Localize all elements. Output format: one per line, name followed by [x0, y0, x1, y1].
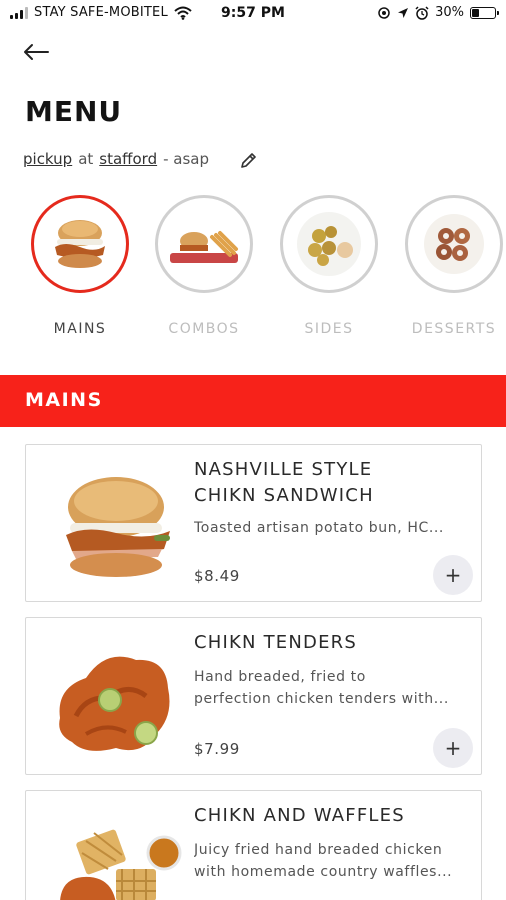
status-bar: STAY SAFE-MOBITEL 9:57 PM 30%: [0, 0, 506, 28]
page-title: MENU: [25, 95, 123, 128]
item-name: NASHVILLE STYLE CHIKN SANDWICH: [194, 457, 464, 509]
orientation-lock-icon: [378, 6, 390, 19]
status-right: 30%: [377, 5, 499, 20]
add-item-button[interactable]: +: [433, 555, 473, 595]
order-timing-text: - asap: [163, 150, 210, 168]
category-combos[interactable]: COMBOS: [152, 195, 256, 337]
tenders-image: [59, 656, 170, 751]
arrow-left-icon: [24, 44, 49, 60]
category-selector: MAINS COMBOS SIDES DESSERTS: [0, 195, 506, 355]
order-details: pickup at stafford - asap: [23, 150, 209, 168]
battery-fill: [472, 8, 479, 17]
item-name-line: CHIKN SANDWICH: [194, 485, 374, 506]
battery-percent: 30%: [435, 5, 464, 20]
side-dish-icon: [297, 212, 361, 276]
burger-icon: [55, 220, 105, 268]
category-label: MAINS: [53, 321, 107, 337]
item-name: CHIKN AND WAFFLES: [194, 805, 405, 826]
menu-item-card[interactable]: CHIKN AND WAFFLES Juicy fried hand bread…: [25, 790, 482, 900]
item-name: CHIKN TENDERS: [194, 632, 358, 653]
category-image: [405, 195, 503, 293]
order-at-text: at: [78, 150, 94, 168]
dessert-icon: [424, 214, 484, 274]
item-description-line: Juicy fried hand breaded chicken: [194, 842, 443, 858]
category-label: COMBOS: [168, 321, 240, 337]
order-mode-link[interactable]: pickup: [23, 150, 72, 168]
item-description-line: perfection chicken tenders with...: [194, 691, 449, 707]
combo-meal-icon: [170, 231, 238, 263]
location-arrow-icon: [398, 7, 409, 18]
chicken-waffles-image: [60, 829, 182, 900]
category-image: [31, 195, 129, 293]
item-description-line: with homemade country waffles...: [194, 864, 453, 880]
category-desserts[interactable]: DESSERTS: [402, 195, 506, 337]
category-label: SIDES: [304, 321, 354, 337]
item-price: $8.49: [194, 567, 240, 585]
item-description: Toasted artisan potato bun, HC...: [194, 520, 444, 536]
pencil-icon: [241, 153, 256, 168]
section-title: MAINS: [25, 389, 103, 411]
item-description: Hand breaded, fried to perfection chicke…: [194, 666, 476, 710]
item-name-line: NASHVILLE STYLE: [194, 459, 373, 480]
item-description: Juicy fried hand breaded chicken with ho…: [194, 839, 476, 883]
alarm-icon: [415, 5, 429, 20]
battery-icon: [470, 6, 499, 19]
section-header: MAINS: [0, 375, 506, 427]
category-image: [155, 195, 253, 293]
category-label: DESSERTS: [411, 321, 497, 337]
edit-order-button[interactable]: [239, 150, 259, 170]
item-description-line: Hand breaded, fried to: [194, 669, 366, 685]
menu-item-card[interactable]: CHIKN TENDERS Hand breaded, fried to per…: [25, 617, 482, 775]
menu-item-card[interactable]: NASHVILLE STYLE CHIKN SANDWICH Toasted a…: [25, 444, 482, 602]
add-item-button[interactable]: +: [433, 728, 473, 768]
category-image: [280, 195, 378, 293]
sandwich-image: [66, 477, 170, 577]
order-location-link[interactable]: stafford: [99, 150, 157, 168]
item-price: $7.99: [194, 740, 240, 758]
category-sides[interactable]: SIDES: [277, 195, 381, 337]
back-button[interactable]: [22, 38, 54, 66]
category-mains[interactable]: MAINS: [28, 195, 132, 337]
